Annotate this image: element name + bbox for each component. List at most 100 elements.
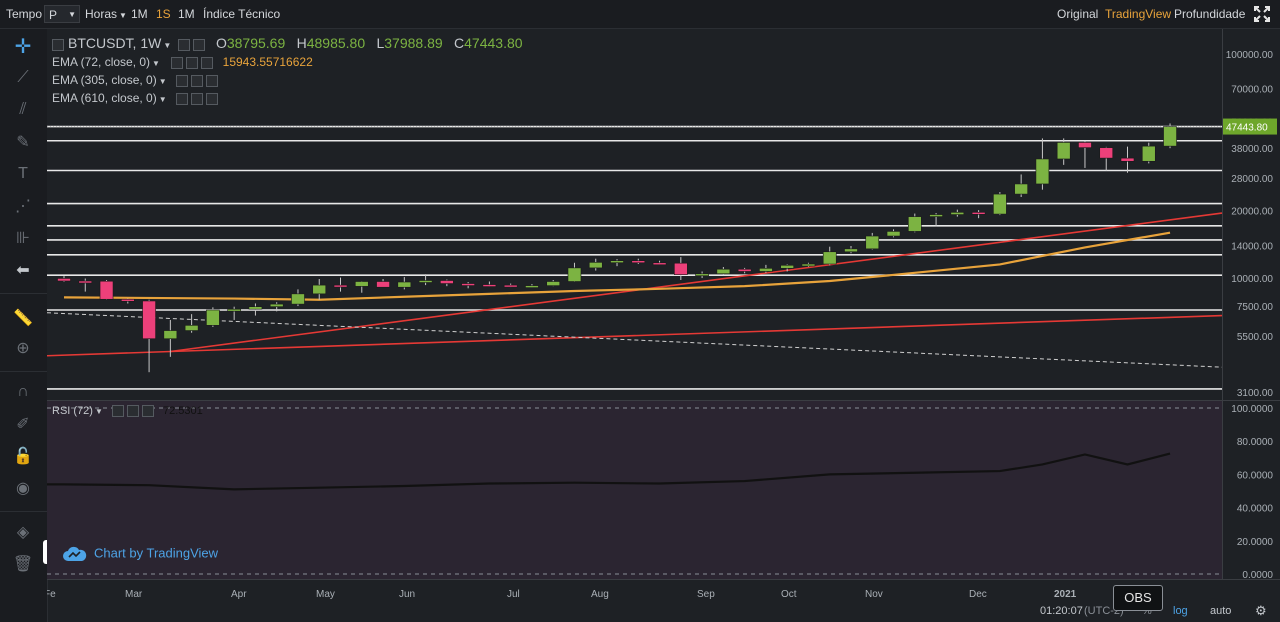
magnet-icon[interactable]: ∩ <box>12 381 34 403</box>
candle-body <box>695 273 709 277</box>
top-toolbar: Tempo P ▼ Horas ▼ 1M 1S 1M Índice Técnico … <box>0 0 1280 29</box>
candle-body <box>652 262 667 266</box>
close-icon[interactable] <box>205 92 218 105</box>
gear-icon[interactable]: ⚙ <box>1255 603 1267 619</box>
layers-icon[interactable]: ◈ <box>12 521 34 543</box>
price-tick-label: 3100.00 <box>1237 388 1274 399</box>
zoom-in-icon[interactable]: ⊕ <box>12 337 34 359</box>
candle-body <box>1056 142 1071 160</box>
collapse-icon[interactable] <box>52 38 64 51</box>
tab-tradingview[interactable]: TradingView <box>1102 5 1174 23</box>
candle-body <box>440 280 454 284</box>
chevron-down-icon: ▼ <box>68 10 76 19</box>
candle-body <box>674 262 688 275</box>
candle-body <box>716 268 731 275</box>
obs-tooltip: OBS <box>1113 585 1163 611</box>
settings-icon[interactable] <box>177 38 190 51</box>
rsi-tick-label: 40.0000 <box>1237 504 1274 515</box>
sidebar-divider <box>0 511 47 512</box>
visibility-icon[interactable] <box>126 405 139 418</box>
candle <box>206 307 220 327</box>
drawing-toolbar: ✛ ⟋ ⫽ ✎ T ⋰ ⊪ ⬅ 📏 ⊕ ∩ ✐ 🔓 ◉ ◈ 🗑 <box>0 29 48 622</box>
rsi-tick-label: 20.0000 <box>1237 537 1274 548</box>
chart-area[interactable]: 100000.0070000.0050000.0038000.0028000.0… <box>47 29 1280 600</box>
candle-body <box>57 278 71 282</box>
back-arrow-icon[interactable]: ⬅ <box>12 259 34 281</box>
ruler-icon[interactable]: 📏 <box>12 307 34 329</box>
visibility-icon[interactable] <box>186 56 199 69</box>
tradingview-logo[interactable]: Chart by TradingView <box>62 545 218 563</box>
candle-body <box>503 284 518 288</box>
interval-1mo-button[interactable]: 1M <box>175 5 198 23</box>
close-icon[interactable] <box>141 405 154 418</box>
tab-original[interactable]: Original <box>1054 5 1101 23</box>
time-tick-label: Dec <box>969 589 987 600</box>
visibility-icon[interactable] <box>190 92 203 105</box>
candle-body <box>376 281 390 288</box>
cloud-icon <box>63 546 87 561</box>
tempo-select-value: P <box>49 8 58 22</box>
trend-line-icon[interactable]: ⟋ <box>12 67 34 89</box>
interval-1s-button[interactable]: 1S <box>153 5 174 23</box>
close-icon[interactable] <box>201 56 214 69</box>
indicators-button[interactable]: Índice Técnico <box>200 5 283 23</box>
visibility-icon[interactable] <box>190 74 203 87</box>
candle-body <box>184 325 199 331</box>
candle-body <box>1141 145 1156 162</box>
ema72-label[interactable]: EMA (72, close, 0) <box>52 55 150 69</box>
candle <box>99 280 114 300</box>
lock-drawing-icon[interactable]: ✐ <box>12 413 34 435</box>
candle-body <box>482 284 497 287</box>
rsi-value: 72.5301 <box>163 405 203 417</box>
log-toggle[interactable]: log <box>1173 605 1188 617</box>
tab-profundidade[interactable]: Profundidade <box>1171 5 1248 23</box>
price-tick-label: 5500.00 <box>1237 332 1274 343</box>
tempo-select[interactable]: P ▼ <box>44 5 80 23</box>
candle-body <box>1120 157 1135 162</box>
settings-icon[interactable] <box>171 56 184 69</box>
settings-icon[interactable] <box>175 74 188 87</box>
symbol-title[interactable]: BTCUSDT, 1W <box>68 35 161 51</box>
bottom-bar: 01:20:07 (UTC-2) % log auto ⚙ <box>47 600 1280 622</box>
interval-1m-button[interactable]: 1M <box>128 5 151 23</box>
close-icon[interactable] <box>205 74 218 87</box>
lock-icon[interactable]: 🔓 <box>12 445 34 467</box>
candle-body <box>227 308 241 312</box>
visibility-icon[interactable] <box>192 38 205 51</box>
price-tick-label: 70000.00 <box>1231 85 1273 96</box>
rsi-tick-label: 60.0000 <box>1237 470 1274 481</box>
fullscreen-icon[interactable] <box>1254 6 1270 24</box>
ema305-label[interactable]: EMA (305, close, 0) <box>52 73 157 87</box>
price-tick-label: 10000.00 <box>1231 274 1273 285</box>
chevron-down-icon[interactable]: ▼ <box>95 407 103 416</box>
brush-icon[interactable]: ✎ <box>12 131 34 153</box>
chevron-down-icon[interactable]: ▼ <box>159 77 167 86</box>
chevron-down-icon: ▼ <box>119 11 127 20</box>
candle-body <box>525 285 539 288</box>
candle <box>1163 123 1177 149</box>
time-tick-label: Mar <box>125 589 143 600</box>
eye-icon[interactable]: ◉ <box>12 477 34 499</box>
time-tick-label: Jul <box>507 589 520 600</box>
text-icon[interactable]: T <box>12 163 34 185</box>
chevron-down-icon[interactable]: ▼ <box>163 41 171 50</box>
auto-toggle[interactable]: auto <box>1210 605 1231 617</box>
candle-body <box>121 298 135 302</box>
horas-dropdown[interactable]: Horas ▼ <box>82 5 130 23</box>
clock: 01:20:07 <box>1040 605 1083 617</box>
fib-icon[interactable]: ⫽ <box>12 99 34 121</box>
chevron-down-icon[interactable]: ▼ <box>152 59 160 68</box>
prediction-icon[interactable]: ⊪ <box>12 227 34 249</box>
pattern-icon[interactable]: ⋰ <box>12 195 34 217</box>
trash-icon[interactable]: 🗑 <box>12 553 34 575</box>
candle-body <box>844 248 858 253</box>
settings-icon[interactable] <box>111 405 124 418</box>
time-tick-label: Aug <box>591 589 609 600</box>
rsi-label[interactable]: RSI (72) <box>52 405 93 417</box>
candle-body <box>354 281 369 287</box>
crosshair-icon[interactable]: ✛ <box>12 35 34 58</box>
ema610-label[interactable]: EMA (610, close, 0) <box>52 91 157 105</box>
settings-icon[interactable] <box>175 92 188 105</box>
ema305-legend: EMA (305, close, 0) ▼ <box>52 73 218 87</box>
chevron-down-icon[interactable]: ▼ <box>159 95 167 104</box>
